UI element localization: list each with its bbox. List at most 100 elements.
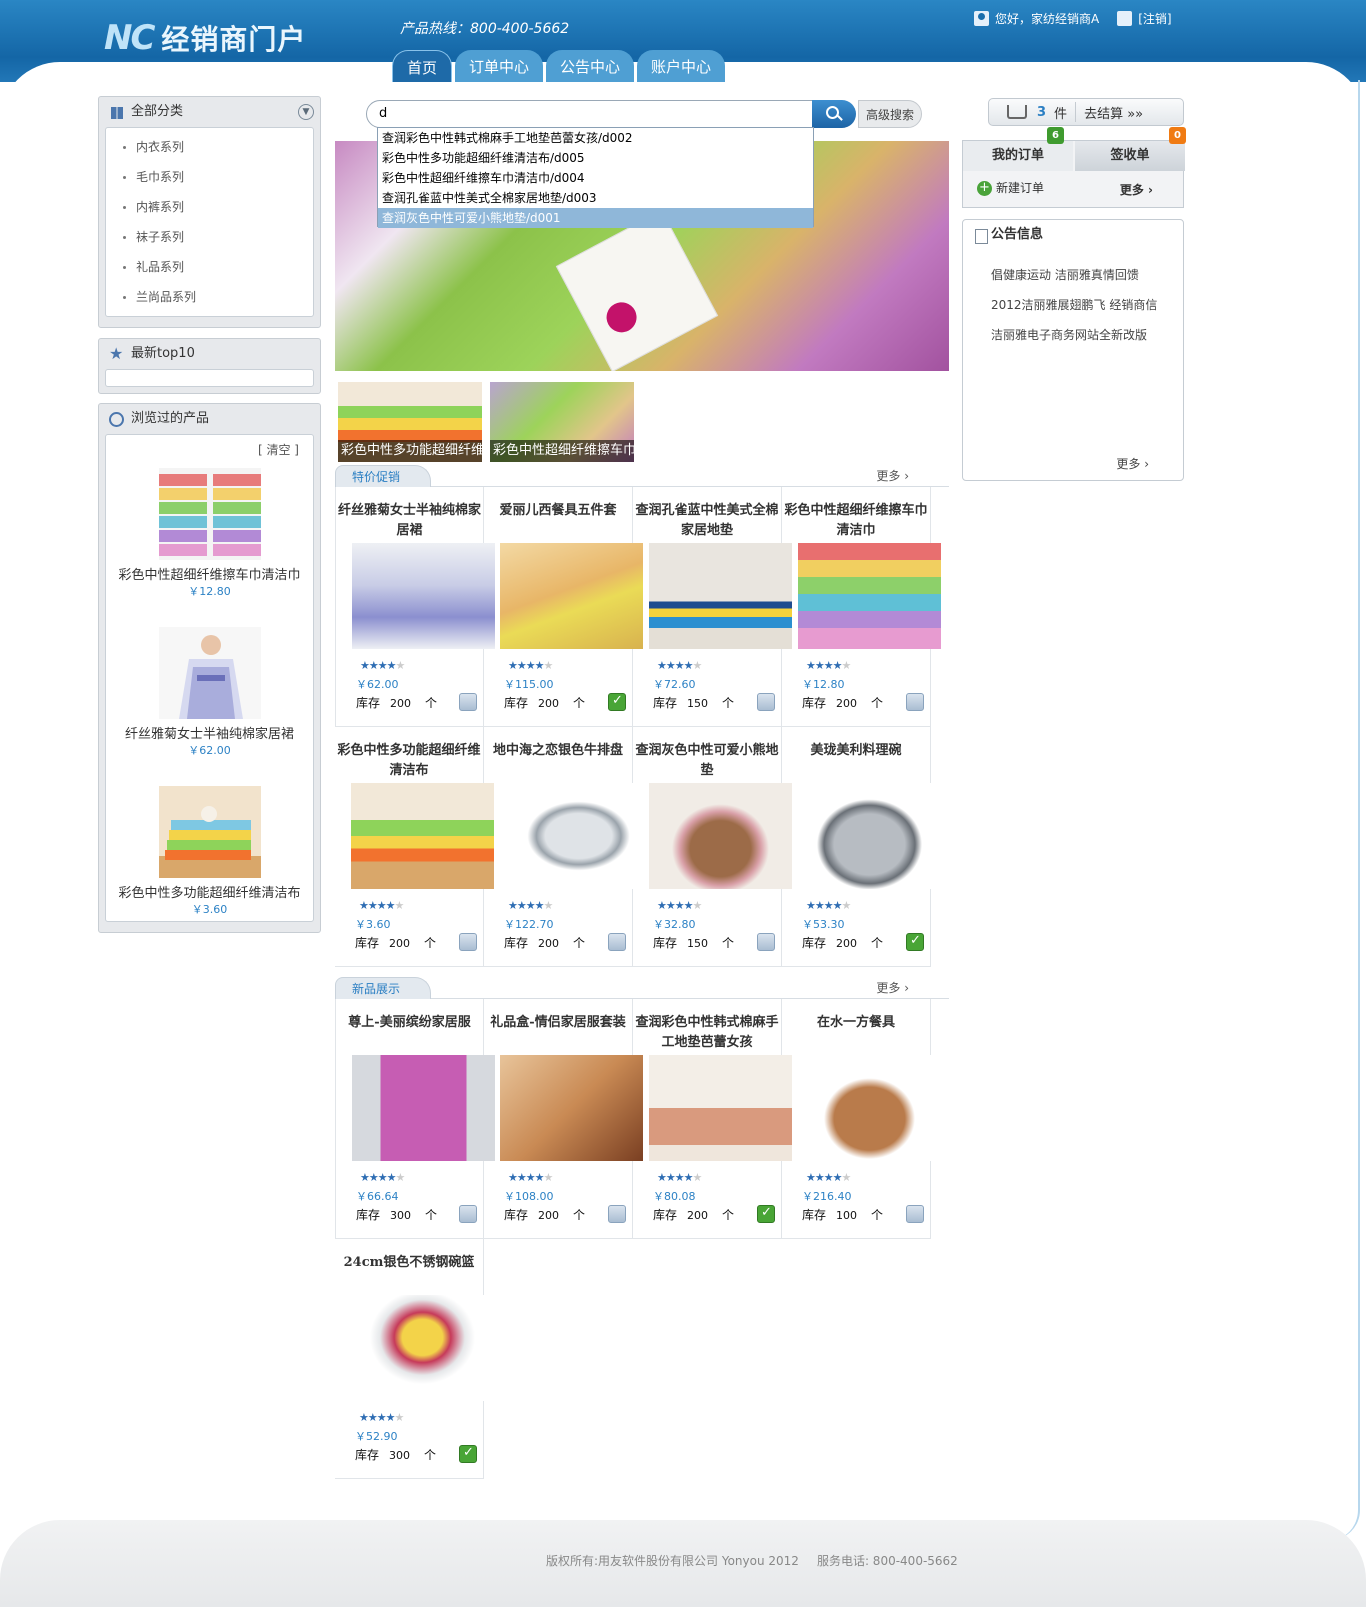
checkout-button[interactable]: 去结算 »» (1084, 103, 1143, 122)
category-item[interactable]: 内衣系列 (106, 132, 313, 162)
rating-stars: ★★★★★ (806, 1171, 851, 1184)
product-image[interactable] (649, 783, 792, 889)
key-icon (1117, 11, 1133, 26)
product-card[interactable]: 地中海之恋银色牛排盘 ★★★★★ ￥122.70 库存 200 个 (484, 727, 643, 967)
product-image[interactable] (798, 1055, 941, 1161)
search-input[interactable]: d (366, 100, 816, 128)
logout-link[interactable]: [注销] (1138, 10, 1171, 27)
promo-more-link[interactable]: 更多 › (876, 467, 909, 484)
added-check-icon[interactable] (459, 1445, 477, 1463)
product-image[interactable] (351, 1295, 494, 1401)
product-image[interactable] (798, 543, 941, 649)
added-check-icon[interactable] (906, 933, 924, 951)
chevron-down-icon[interactable]: ▼ (298, 104, 314, 120)
tab-sign-receipt[interactable]: 签收单 0 (1075, 127, 1186, 171)
product-name[interactable]: 24cm银色不锈钢碗篮 (335, 1253, 483, 1293)
category-item[interactable]: 兰尚品系列 (106, 282, 313, 312)
add-to-cart-icon[interactable] (906, 1205, 924, 1223)
add-to-cart-icon[interactable] (757, 693, 775, 711)
orders-more-link[interactable]: 更多 › (1120, 181, 1153, 198)
product-name[interactable]: 查润彩色中性韩式棉麻手工地垫芭蕾女孩 (633, 1013, 781, 1053)
product-card[interactable]: 礼品盒-情侣家居服套装 ★★★★★ ￥108.00 库存 200 个 (484, 999, 643, 1239)
suggestion-item[interactable]: 彩色中性多功能超细纤维清洁布/d005 (378, 148, 813, 168)
category-item[interactable]: 袜子系列 (106, 222, 313, 252)
product-image[interactable] (649, 543, 792, 649)
viewed-item[interactable]: 彩色中性多功能超细纤维清洁布 ￥3.60 (106, 786, 313, 917)
product-name[interactable]: 纤丝雅菊女士半袖纯棉家居裙 (336, 501, 483, 541)
product-card[interactable]: 在水一方餐具 ★★★★★ ￥216.40 库存 100 个 (782, 999, 941, 1239)
add-to-cart-icon[interactable] (906, 693, 924, 711)
new-tab[interactable]: 新品展示 (335, 977, 432, 999)
product-image[interactable] (352, 1055, 495, 1161)
product-card[interactable]: 查润彩色中性韩式棉麻手工地垫芭蕾女孩 ★★★★★ ￥80.08 库存 200 个 (633, 999, 792, 1239)
product-card[interactable]: 爱丽儿西餐具五件套 ★★★★★ ￥115.00 库存 200 个 (484, 487, 643, 727)
viewed-item[interactable]: 纤丝雅菊女士半袖纯棉家居裙 ￥62.00 (106, 627, 313, 758)
product-image[interactable] (351, 783, 494, 889)
added-check-icon[interactable] (608, 693, 626, 711)
suggestion-item[interactable]: 查润孔雀蓝中性美式全棉家居地垫/d003 (378, 188, 813, 208)
banner-thumb[interactable]: 彩色中性多功能超细纤维 (338, 382, 482, 462)
notice-item[interactable]: 2012洁丽雅展翅鹏飞 经销商信 (963, 290, 1183, 320)
category-item[interactable]: 礼品系列 (106, 252, 313, 282)
add-to-cart-icon[interactable] (459, 693, 477, 711)
notice-item[interactable]: 倡健康运动 洁丽雅真情回馈 (963, 260, 1183, 290)
new-order-button[interactable]: + 新建订单 (977, 179, 1044, 196)
product-card[interactable]: 彩色中性超细纤维擦车巾清洁巾 ★★★★★ ￥12.80 库存 200 个 (782, 487, 941, 727)
product-card[interactable]: 查润灰色中性可爱小熊地垫 ★★★★★ ￥32.80 库存 150 个 (633, 727, 792, 967)
tab-my-orders[interactable]: 我的订单 6 (963, 127, 1073, 171)
product-image[interactable] (352, 543, 495, 649)
suggestion-item[interactable]: 查润彩色中性韩式棉麻手工地垫芭蕾女孩/d002 (378, 128, 813, 148)
banner-thumb[interactable]: 彩色中性超细纤维擦车巾 (490, 382, 634, 462)
add-to-cart-icon[interactable] (757, 933, 775, 951)
product-name[interactable]: 彩色中性多功能超细纤维清洁布 (335, 741, 483, 781)
product-image[interactable] (798, 783, 941, 889)
product-name[interactable]: 爱丽儿西餐具五件套 (484, 501, 632, 541)
add-to-cart-icon[interactable] (608, 933, 626, 951)
product-card[interactable]: 美珑美利料理碗 ★★★★★ ￥53.30 库存 200 个 (782, 727, 941, 967)
add-to-cart-icon[interactable] (608, 1205, 626, 1223)
search-button[interactable] (812, 100, 856, 128)
product-name[interactable]: 查润孔雀蓝中性美式全棉家居地垫 (633, 501, 781, 541)
new-more-link[interactable]: 更多 › (876, 979, 909, 996)
promo-tab[interactable]: 特价促销 (335, 465, 432, 487)
top10-header: ★ 最新top10 (99, 339, 320, 369)
product-name[interactable]: 彩色中性超细纤维擦车巾清洁巾 (782, 501, 930, 541)
product-name[interactable]: 美珑美利料理碗 (782, 741, 930, 781)
category-item[interactable]: 毛巾系列 (106, 162, 313, 192)
notice-more-link[interactable]: 更多 › (1116, 455, 1149, 472)
product-card[interactable]: 24cm银色不锈钢碗篮 ★★★★★ ￥52.90 库存 300 个 (335, 1239, 494, 1479)
product-name[interactable]: 礼品盒-情侣家居服套装 (484, 1013, 632, 1053)
added-check-icon[interactable] (757, 1205, 775, 1223)
advanced-search-button[interactable]: 高级搜索 (858, 100, 922, 128)
notice-item[interactable]: 洁丽雅电子商务网站全新改版 (963, 320, 1183, 350)
tab-notices[interactable]: 公告中心 (546, 50, 635, 82)
product-image[interactable] (500, 1055, 643, 1161)
viewed-item[interactable]: 彩色中性超细纤维擦车巾清洁巾 ￥12.80 (106, 468, 313, 599)
product-price: ￥62.00 (356, 678, 399, 691)
cart-bar[interactable]: 3 件 去结算 »» (988, 98, 1184, 126)
tab-orders[interactable]: 订单中心 (455, 50, 544, 82)
category-item[interactable]: 内裤系列 (106, 192, 313, 222)
product-card[interactable]: 纤丝雅菊女士半袖纯棉家居裙 ★★★★★ ￥62.00 库存 200 个 (335, 487, 495, 727)
product-image[interactable] (500, 543, 643, 649)
product-name[interactable]: 在水一方餐具 (782, 1013, 930, 1053)
product-name[interactable]: 查润灰色中性可爱小熊地垫 (633, 741, 781, 781)
clear-viewed-button[interactable]: [ 清空 ] (106, 435, 313, 458)
tab-home[interactable]: 首页 (392, 50, 453, 82)
stock-info: 库存 200 个 (802, 694, 883, 711)
suggestion-item[interactable]: 彩色中性超细纤维擦车巾清洁巾/d004 (378, 168, 813, 188)
product-card[interactable]: 彩色中性多功能超细纤维清洁布 ★★★★★ ￥3.60 库存 200 个 (335, 727, 494, 967)
product-name[interactable]: 尊上-美丽缤纷家居服 (336, 1013, 483, 1053)
product-image[interactable] (649, 1055, 792, 1161)
product-image[interactable] (500, 783, 643, 889)
product-name[interactable]: 地中海之恋银色牛排盘 (484, 741, 632, 781)
product-card[interactable]: 查润孔雀蓝中性美式全棉家居地垫 ★★★★★ ￥72.60 库存 150 个 (633, 487, 792, 727)
product-card[interactable]: 尊上-美丽缤纷家居服 ★★★★★ ￥66.64 库存 300 个 (335, 999, 495, 1239)
tab-account[interactable]: 账户中心 (637, 50, 726, 82)
suggestion-item-selected[interactable]: 查润灰色中性可爱小熊地垫/d001 (378, 208, 813, 228)
add-to-cart-icon[interactable] (459, 1205, 477, 1223)
add-to-cart-icon[interactable] (459, 933, 477, 951)
viewed-price: ￥3.60 (191, 903, 228, 916)
order-tabs: 我的订单 6 签收单 0 + 新建订单 更多 › (962, 127, 1186, 208)
stock-value: 150 (687, 697, 709, 710)
